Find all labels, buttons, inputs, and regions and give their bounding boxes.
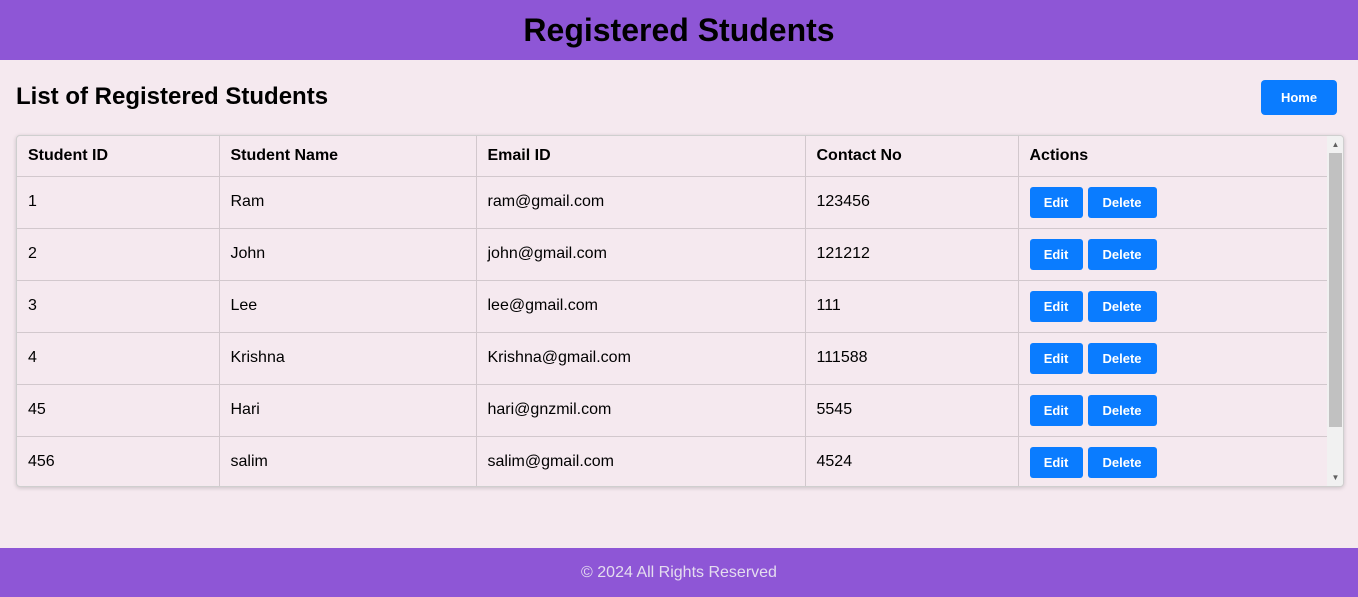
scroll-down-arrow-icon[interactable]: ▼ — [1327, 469, 1343, 486]
cell-student-id: 4 — [17, 332, 220, 385]
cell-email: hari@gnzmil.com — [476, 384, 806, 437]
cell-student-name: Lee — [219, 280, 477, 333]
table-row: 456 salim salim@gmail.com 4524 Edit Delet… — [17, 436, 1327, 486]
cell-student-id: 2 — [17, 228, 220, 281]
cell-contact: 111 — [805, 280, 1019, 333]
delete-button[interactable]: Delete — [1087, 238, 1157, 270]
column-header-student-id: Student ID — [17, 136, 220, 177]
table-row: 4 Krishna Krishna@gmail.com 111588 Edit D… — [17, 332, 1327, 385]
cell-student-name: Hari — [219, 384, 477, 437]
cell-email: ram@gmail.com — [476, 176, 806, 229]
cell-student-id: 456 — [17, 436, 220, 486]
delete-button[interactable]: Delete — [1087, 342, 1157, 374]
home-button[interactable]: Home — [1261, 80, 1337, 115]
cell-student-id: 3 — [17, 280, 220, 333]
cell-actions: Edit Delete — [1018, 436, 1327, 486]
page-title: Registered Students — [523, 12, 835, 48]
delete-button[interactable]: Delete — [1087, 290, 1157, 322]
cell-contact: 4524 — [805, 436, 1019, 486]
cell-actions: Edit Delete — [1018, 280, 1327, 333]
cell-student-name: Ram — [219, 176, 477, 229]
page-footer: © 2024 All Rights Reserved — [0, 548, 1358, 597]
column-header-contact-no: Contact No — [805, 136, 1019, 177]
cell-student-name: John — [219, 228, 477, 281]
edit-button[interactable]: Edit — [1029, 186, 1083, 218]
footer-copyright: © 2024 All Rights Reserved — [581, 563, 777, 581]
edit-button[interactable]: Edit — [1029, 394, 1083, 426]
cell-actions: Edit Delete — [1018, 176, 1327, 229]
edit-button[interactable]: Edit — [1029, 342, 1083, 374]
students-table-container: Student ID Student Name Email ID Contact… — [16, 135, 1344, 487]
cell-email: salim@gmail.com — [476, 436, 806, 486]
section-title: List of Registered Students — [16, 83, 329, 110]
edit-button[interactable]: Edit — [1029, 238, 1083, 270]
cell-contact: 5545 — [805, 384, 1019, 437]
cell-actions: Edit Delete — [1018, 332, 1327, 385]
cell-actions: Edit Delete — [1018, 228, 1327, 281]
page-header: Registered Students — [0, 0, 1358, 60]
cell-student-id: 1 — [17, 176, 220, 229]
delete-button[interactable]: Delete — [1087, 186, 1157, 218]
cell-email: lee@gmail.com — [476, 280, 806, 333]
students-table: Student ID Student Name Email ID Contact… — [17, 136, 1327, 486]
table-row: 1 Ram ram@gmail.com 123456 Edit Delete — [17, 176, 1327, 229]
edit-button[interactable]: Edit — [1029, 446, 1083, 478]
column-header-student-name: Student Name — [219, 136, 477, 177]
table-header-row: Student ID Student Name Email ID Contact… — [17, 136, 1327, 177]
column-header-actions: Actions — [1018, 136, 1327, 177]
table-row: 45 Hari hari@gnzmil.com 5545 Edit Delete — [17, 384, 1327, 437]
scrollbar-thumb[interactable] — [1329, 153, 1342, 427]
cell-actions: Edit Delete — [1018, 384, 1327, 437]
cell-email: Krishna@gmail.com — [476, 332, 806, 385]
cell-student-id: 45 — [17, 384, 220, 437]
table-scrollbar[interactable]: ▲ ▼ — [1327, 136, 1343, 486]
cell-contact: 121212 — [805, 228, 1019, 281]
delete-button[interactable]: Delete — [1087, 394, 1157, 426]
delete-button[interactable]: Delete — [1087, 446, 1157, 478]
cell-student-name: salim — [219, 436, 477, 486]
column-header-email-id: Email ID — [476, 136, 806, 177]
scroll-up-arrow-icon[interactable]: ▲ — [1327, 136, 1343, 153]
table-row: 3 Lee lee@gmail.com 111 Edit Delete — [17, 280, 1327, 333]
cell-student-name: Krishna — [219, 332, 477, 385]
table-row: 2 John john@gmail.com 121212 Edit Delete — [17, 228, 1327, 281]
cell-contact: 111588 — [805, 332, 1019, 385]
cell-email: john@gmail.com — [476, 228, 806, 281]
edit-button[interactable]: Edit — [1029, 290, 1083, 322]
cell-contact: 123456 — [805, 176, 1019, 229]
